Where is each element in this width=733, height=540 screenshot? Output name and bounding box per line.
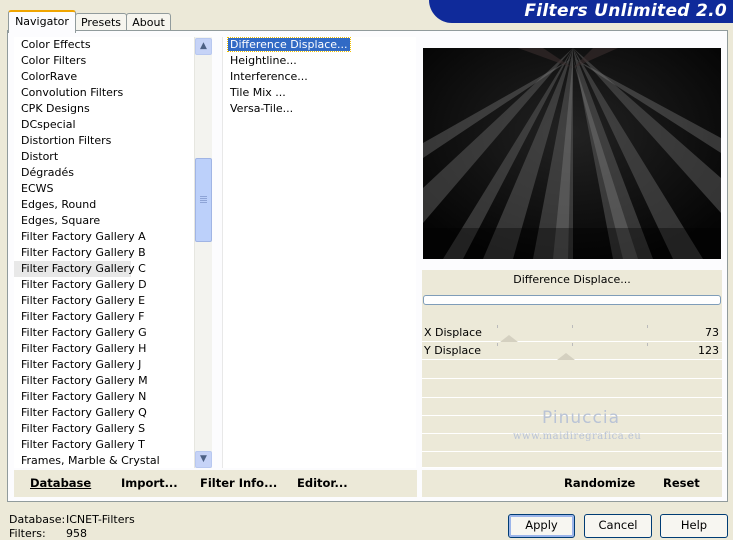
x-displace-thumb[interactable]	[500, 335, 518, 342]
import-button[interactable]: Import...	[121, 476, 178, 490]
category-item[interactable]: Filter Factory Gallery D	[14, 277, 194, 293]
preview-art	[423, 48, 721, 259]
category-item[interactable]: Convolution Filters	[14, 85, 194, 101]
scroll-up-button[interactable]: ▲	[195, 38, 212, 55]
filter-list[interactable]: Difference Displace... Heightline... Inter…	[222, 37, 416, 468]
reset-button[interactable]: Reset	[663, 476, 700, 490]
chevron-down-icon: ▼	[200, 454, 207, 464]
filter-item[interactable]: Difference Displace...	[223, 37, 416, 53]
tab-navigator[interactable]: Navigator	[8, 10, 76, 33]
apply-button[interactable]: Apply	[508, 514, 575, 538]
category-item[interactable]: Filter Factory Gallery M	[14, 373, 194, 389]
y-displace-thumb[interactable]	[557, 353, 575, 360]
database-status-value: ICNET-Filters	[66, 513, 135, 526]
category-item[interactable]: Distortion Filters	[14, 133, 194, 149]
category-item[interactable]: Edges, Square	[14, 213, 194, 229]
category-item[interactable]: Dégradés	[14, 165, 194, 181]
filter-item-label: Interference...	[230, 70, 308, 83]
editor-button[interactable]: Editor...	[297, 476, 348, 490]
x-displace-slider[interactable]: X Displace 73	[422, 325, 722, 342]
category-item[interactable]: Filter Factory Gallery G	[14, 325, 194, 341]
y-displace-slider[interactable]: Y Displace 123	[422, 343, 722, 360]
filter-item[interactable]: Heightline...	[223, 53, 416, 69]
filter-item-label: Versa-Tile...	[230, 102, 294, 115]
cancel-button[interactable]: Cancel	[584, 514, 652, 538]
category-item[interactable]: Filter Factory Gallery F	[14, 309, 194, 325]
x-displace-value: 73	[705, 326, 719, 339]
filter-info-button[interactable]: Filter Info...	[200, 476, 277, 490]
y-displace-value: 123	[698, 344, 719, 357]
watermark-url: www.maidiregrafica.eu	[513, 431, 642, 442]
category-item[interactable]: Color Filters	[14, 53, 194, 69]
filter-item-label: Heightline...	[230, 54, 297, 67]
filter-item[interactable]: Versa-Tile...	[223, 101, 416, 117]
navigator-toolbar: Database Import... Filter Info... Editor…	[14, 470, 417, 497]
category-item[interactable]: Filter Factory Gallery Q	[14, 405, 194, 421]
database-status-label: Database:	[9, 513, 66, 526]
parameters-panel: Difference Displace... X Displace 73 Y D…	[422, 270, 722, 468]
filters-status-label: Filters:	[9, 527, 46, 540]
category-item[interactable]: Filter Factory Gallery C	[14, 261, 146, 277]
database-button[interactable]: Database	[30, 476, 91, 490]
x-displace-label: X Displace	[424, 326, 482, 339]
category-item[interactable]: Filter Factory Gallery H	[14, 341, 194, 357]
current-filter-name: Difference Displace...	[513, 273, 631, 286]
chevron-up-icon: ▲	[200, 41, 207, 51]
category-item[interactable]: Frames, Marble & Crystal	[14, 453, 194, 468]
category-item[interactable]: Edges, Round	[14, 197, 194, 213]
category-item[interactable]: Filter Factory Gallery S	[14, 421, 194, 437]
tab-about[interactable]: About	[126, 13, 171, 31]
category-scrollbar[interactable]: ▲ ▼	[194, 37, 212, 468]
category-item[interactable]: Filter Factory Gallery N	[14, 389, 194, 405]
preview-image	[423, 48, 721, 259]
category-item[interactable]: ColorRave	[14, 69, 194, 85]
progress-bar	[423, 295, 721, 305]
filter-item-label: Tile Mix ...	[230, 86, 286, 99]
category-item[interactable]: Filter Factory Gallery E	[14, 293, 194, 309]
category-item[interactable]: Filter Factory Gallery B	[14, 245, 194, 261]
filter-item-label: Difference Displace...	[227, 37, 351, 52]
category-item[interactable]: DCspecial	[14, 117, 194, 133]
category-item[interactable]: Filter Factory Gallery T	[14, 437, 194, 453]
scroll-down-button[interactable]: ▼	[195, 451, 212, 468]
randomize-button[interactable]: Randomize	[564, 476, 635, 490]
y-displace-label: Y Displace	[424, 344, 482, 357]
category-item[interactable]: Filter Factory Gallery J	[14, 357, 194, 373]
category-item[interactable]: ECWS	[14, 181, 194, 197]
title-banner: Filters Unlimited 2.0	[429, 0, 733, 23]
category-list[interactable]: Color Effects Color Filters ColorRave Convo…	[14, 37, 194, 468]
category-item[interactable]: Distort	[14, 149, 194, 165]
category-item[interactable]: CPK Designs	[14, 101, 194, 117]
filters-status-value: 958	[66, 527, 87, 540]
app-title: Filters Unlimited 2.0	[524, 1, 727, 21]
help-button[interactable]: Help	[660, 514, 728, 538]
watermark-name: Pinuccia	[542, 408, 620, 428]
scroll-thumb[interactable]	[195, 158, 212, 242]
parameter-toolbar: Randomize Reset	[422, 470, 722, 497]
filter-item[interactable]: Interference...	[223, 69, 416, 85]
category-item[interactable]: Filter Factory Gallery A	[14, 229, 194, 245]
tab-presets[interactable]: Presets	[75, 13, 127, 31]
filter-item[interactable]: Tile Mix ...	[223, 85, 416, 101]
category-item[interactable]: Color Effects	[14, 37, 194, 53]
